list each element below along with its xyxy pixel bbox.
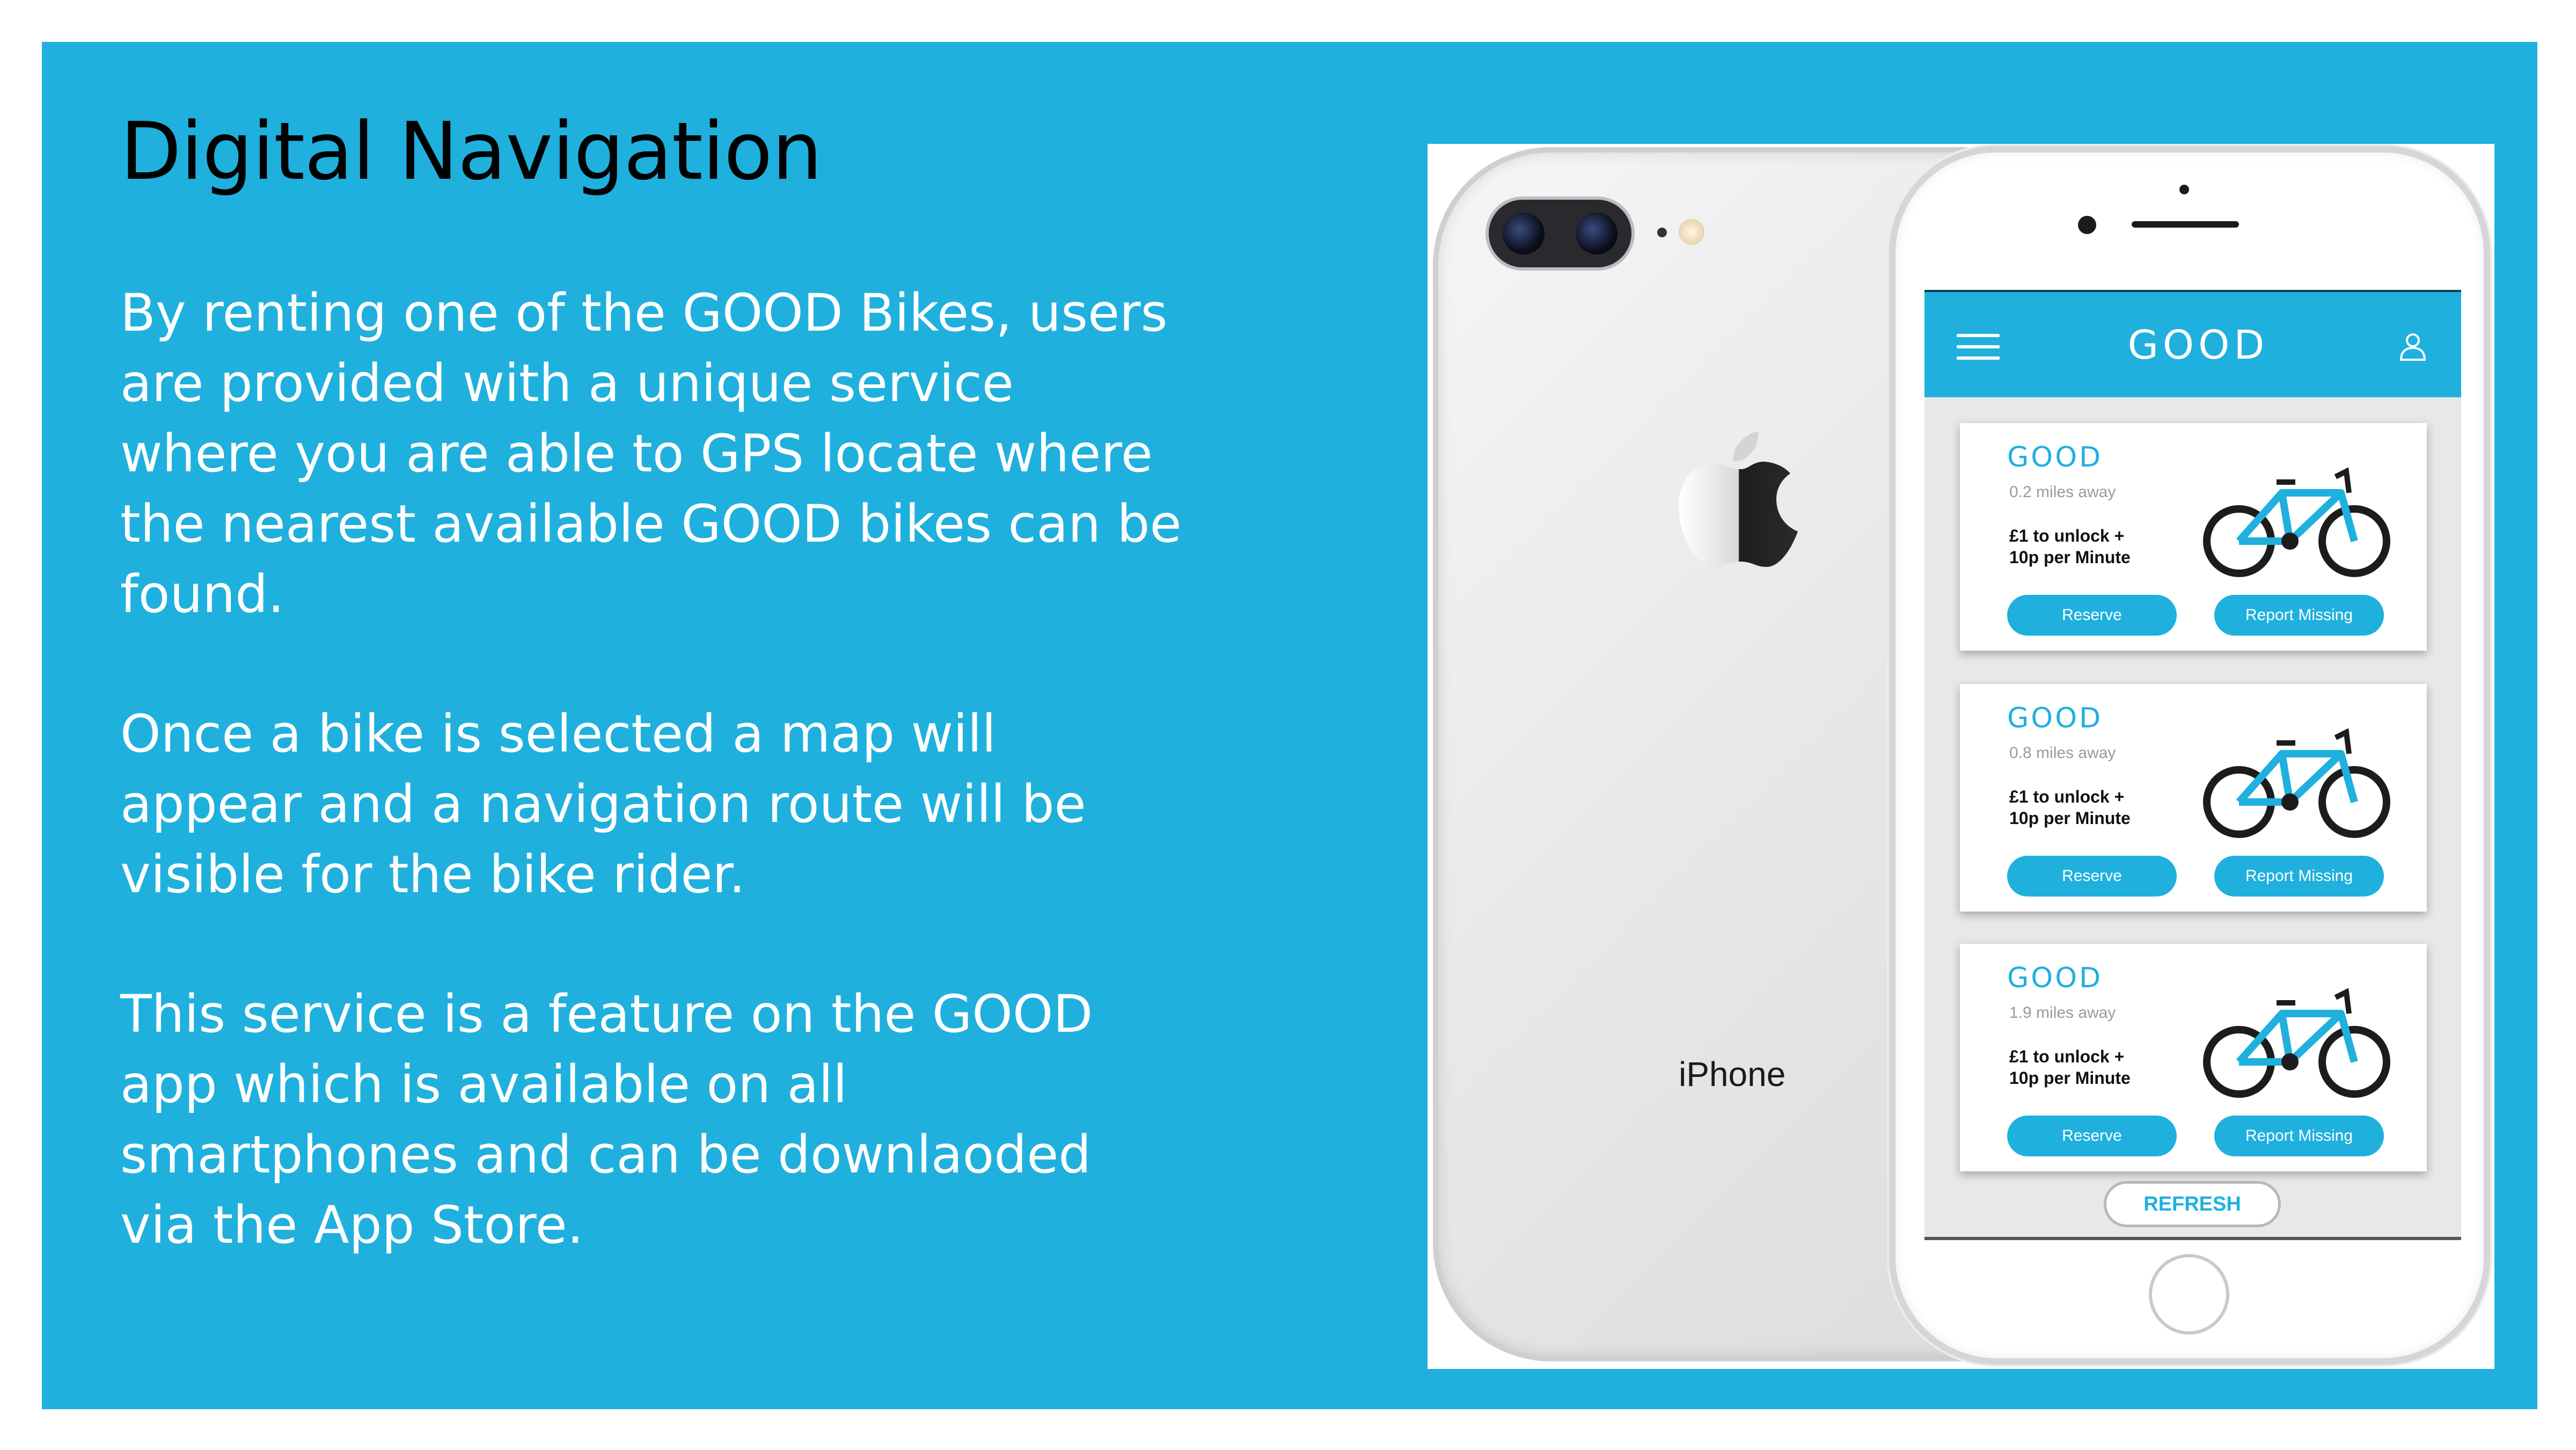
price-line: 10p per Minute bbox=[2009, 808, 2131, 828]
bike-card[interactable]: GOOD 1.9 miles away £1 to unlock + 10p p… bbox=[1960, 944, 2427, 1171]
card-logo: GOOD bbox=[2007, 441, 2103, 473]
app-screen: GOOD GOOD 0.2 miles away £1 to unlock + … bbox=[1924, 290, 2461, 1240]
card-logo: GOOD bbox=[2007, 702, 2103, 734]
distance-text: 1.9 miles away bbox=[2009, 1004, 2116, 1022]
price-text: £1 to unlock + 10p per Minute bbox=[2009, 1046, 2131, 1089]
distance-text: 0.2 miles away bbox=[2009, 483, 2116, 501]
screen-divider bbox=[1924, 1237, 2461, 1240]
reserve-button[interactable]: Reserve bbox=[2007, 1116, 2177, 1156]
distance-text: 0.8 miles away bbox=[2009, 744, 2116, 762]
flash-icon bbox=[1679, 219, 1704, 245]
brand-logo: GOOD bbox=[2127, 322, 2269, 368]
app-paragraph: This service is a feature on the GOOD ap… bbox=[120, 984, 1093, 1255]
bike-card[interactable]: GOOD 0.8 miles away £1 to unlock + 10p p… bbox=[1960, 684, 2427, 912]
card-logo: GOOD bbox=[2007, 962, 2103, 994]
user-icon[interactable] bbox=[2397, 330, 2429, 362]
app-header: GOOD bbox=[1924, 292, 2461, 397]
price-line: 10p per Minute bbox=[2009, 1068, 2131, 1088]
price-line: £1 to unlock + bbox=[2009, 1047, 2125, 1066]
phone-mockup-image: iPhone GOOD GOOD 0.2 miles away £1 to un… bbox=[1428, 144, 2494, 1369]
camera-lens bbox=[1503, 213, 1545, 254]
slide-panel: Digital Navigation By renting one of the… bbox=[42, 42, 2537, 1409]
sensor-dot bbox=[2179, 185, 2189, 194]
menu-icon[interactable] bbox=[1957, 334, 2000, 361]
report-missing-button[interactable]: Report Missing bbox=[2214, 595, 2384, 636]
speaker-grille bbox=[2132, 221, 2239, 228]
intro-paragraph: By renting one of the GOOD Bikes, users … bbox=[120, 283, 1182, 624]
slide-title: Digital Navigation bbox=[120, 105, 822, 198]
iphone-label: iPhone bbox=[1679, 1055, 1786, 1094]
price-text: £1 to unlock + 10p per Minute bbox=[2009, 525, 2131, 568]
reserve-button[interactable]: Reserve bbox=[2007, 856, 2177, 897]
bike-icon bbox=[2203, 728, 2390, 838]
report-missing-button[interactable]: Report Missing bbox=[2214, 1116, 2384, 1156]
map-paragraph: Once a bike is selected a map will appea… bbox=[120, 704, 1086, 905]
report-missing-button[interactable]: Report Missing bbox=[2214, 856, 2384, 897]
price-line: 10p per Minute bbox=[2009, 548, 2131, 567]
reserve-button[interactable]: Reserve bbox=[2007, 595, 2177, 636]
price-line: £1 to unlock + bbox=[2009, 787, 2125, 806]
camera-icon bbox=[1485, 196, 1635, 271]
refresh-button[interactable]: REFRESH bbox=[2104, 1181, 2281, 1227]
front-camera-icon bbox=[2078, 216, 2096, 234]
bike-icon bbox=[2203, 988, 2390, 1098]
bike-icon bbox=[2203, 467, 2390, 577]
home-button[interactable] bbox=[2149, 1254, 2229, 1335]
front-phone: GOOD GOOD 0.2 miles away £1 to unlock + … bbox=[1889, 146, 2490, 1365]
bike-card[interactable]: GOOD 0.2 miles away £1 to unlock + 10p p… bbox=[1960, 423, 2427, 651]
price-line: £1 to unlock + bbox=[2009, 526, 2125, 545]
price-text: £1 to unlock + 10p per Minute bbox=[2009, 786, 2131, 829]
camera-lens bbox=[1576, 213, 1618, 254]
apple-logo-icon bbox=[1679, 432, 1798, 567]
microphone-dot bbox=[1657, 228, 1667, 237]
